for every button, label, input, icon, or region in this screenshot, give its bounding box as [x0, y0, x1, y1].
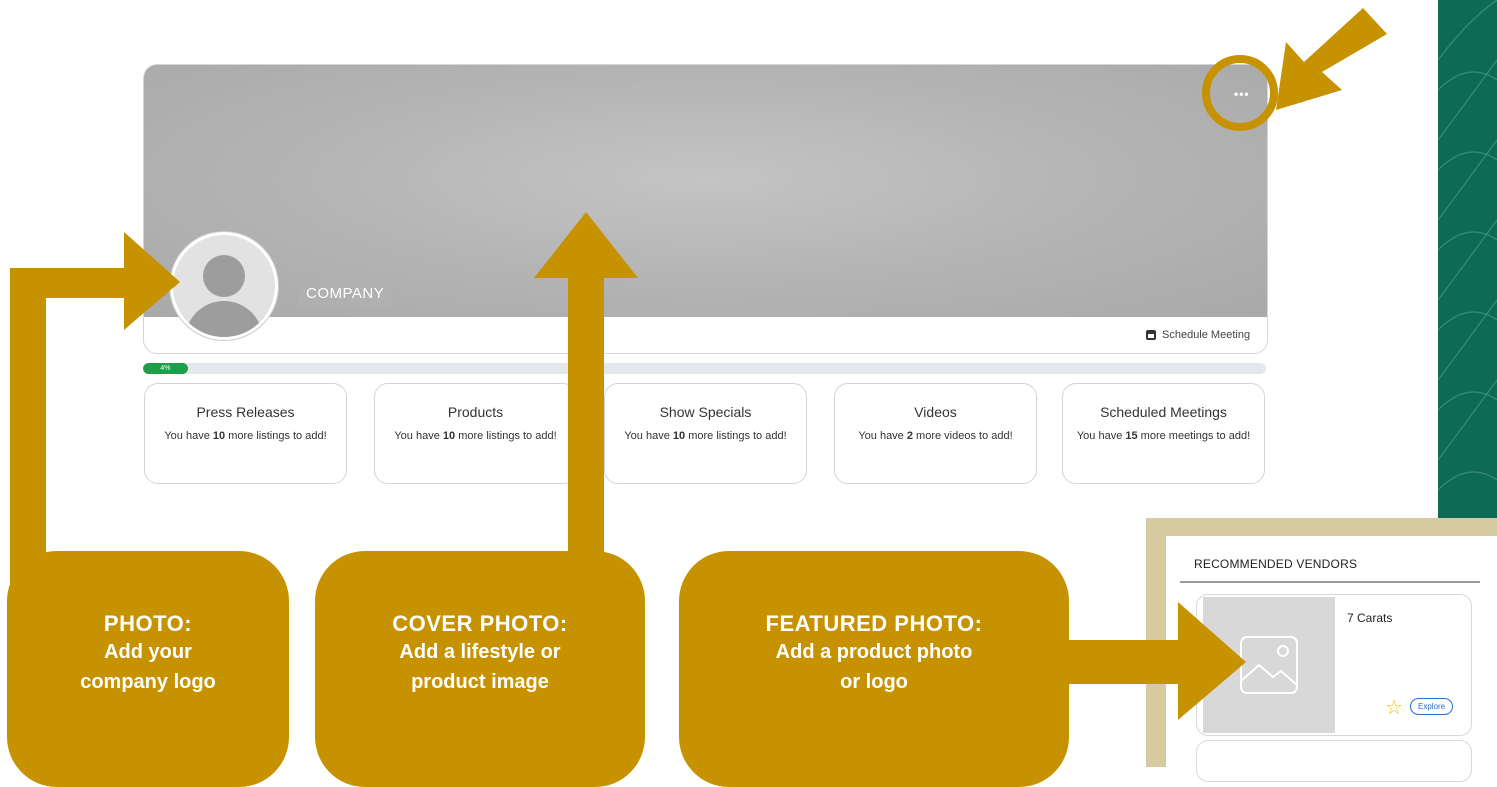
stat-title: Scheduled Meetings	[1100, 404, 1227, 420]
favorite-star-icon[interactable]: ☆	[1385, 695, 1403, 720]
callout-heading: FEATURED PHOTO:	[765, 611, 983, 636]
stat-card-press-releases[interactable]: Press Releases You have 10 more listings…	[144, 383, 347, 484]
callout-line: or logo	[840, 671, 908, 693]
profile-card: ••• COMPANY Schedule Meeting	[143, 64, 1268, 354]
callout-heading: PHOTO:	[103, 611, 193, 636]
schedule-meeting-label: Schedule Meeting	[1162, 329, 1251, 341]
stat-title: Products	[447, 404, 504, 420]
avatar-body-icon	[185, 301, 263, 337]
company-name: COMPANY	[298, 281, 393, 306]
stat-card-scheduled-meetings[interactable]: Scheduled Meetings You have 15 more meet…	[1062, 383, 1265, 484]
explore-button[interactable]: Explore	[1410, 698, 1454, 715]
menu-arrow-icon	[1276, 8, 1387, 110]
avatar-head-icon	[203, 255, 245, 297]
stat-text: You have 10 more listings to add!	[394, 430, 557, 442]
callout-photo: PHOTO: Add your company logo	[7, 551, 289, 787]
stat-title: Show Specials	[659, 404, 752, 420]
vendors-title: RECOMMENDED VENDORS	[1194, 557, 1358, 571]
progress-fill: 4%	[143, 363, 188, 374]
vendor-card[interactable]	[1196, 740, 1472, 782]
profile-progress-bar: 4%	[143, 363, 1266, 374]
stat-text: You have 2 more videos to add!	[858, 430, 1013, 442]
schedule-meeting-button[interactable]: Schedule Meeting	[1146, 329, 1250, 341]
decorative-green-strip	[1438, 0, 1497, 520]
stat-card-show-specials[interactable]: Show Specials You have 10 more listings …	[604, 383, 807, 484]
cover-photo[interactable]	[144, 65, 1267, 317]
callout-line: Add a product photo	[775, 641, 973, 663]
stat-title: Videos	[914, 404, 957, 420]
callout-line: Add a lifestyle or	[399, 641, 561, 663]
image-placeholder-icon	[1240, 636, 1298, 694]
vendor-card[interactable]: 7 Carats ☆ Explore	[1196, 594, 1472, 736]
callout-line: company logo	[80, 671, 216, 693]
more-options-icon[interactable]: •••	[1234, 87, 1250, 101]
vendor-thumbnail	[1203, 597, 1335, 733]
callout-line: Add your	[104, 641, 192, 663]
stat-text: You have 15 more meetings to add!	[1076, 430, 1251, 442]
callout-cover-photo: COVER PHOTO: Add a lifestyle or product …	[315, 551, 645, 787]
callout-line: product image	[411, 671, 549, 693]
stat-card-videos[interactable]: Videos You have 2 more videos to add!	[834, 383, 1037, 484]
stat-text: You have 10 more listings to add!	[164, 430, 327, 442]
calendar-icon	[1146, 330, 1156, 340]
company-avatar[interactable]	[170, 232, 278, 340]
divider	[1180, 581, 1480, 583]
callout-featured-photo: FEATURED PHOTO: Add a product photo or l…	[679, 551, 1069, 787]
stat-text: You have 10 more listings to add!	[624, 430, 787, 442]
stat-card-products[interactable]: Products You have 10 more listings to ad…	[374, 383, 577, 484]
vendor-name: 7 Carats	[1347, 611, 1393, 625]
stat-title: Press Releases	[196, 404, 295, 420]
callout-heading: COVER PHOTO:	[392, 611, 568, 636]
